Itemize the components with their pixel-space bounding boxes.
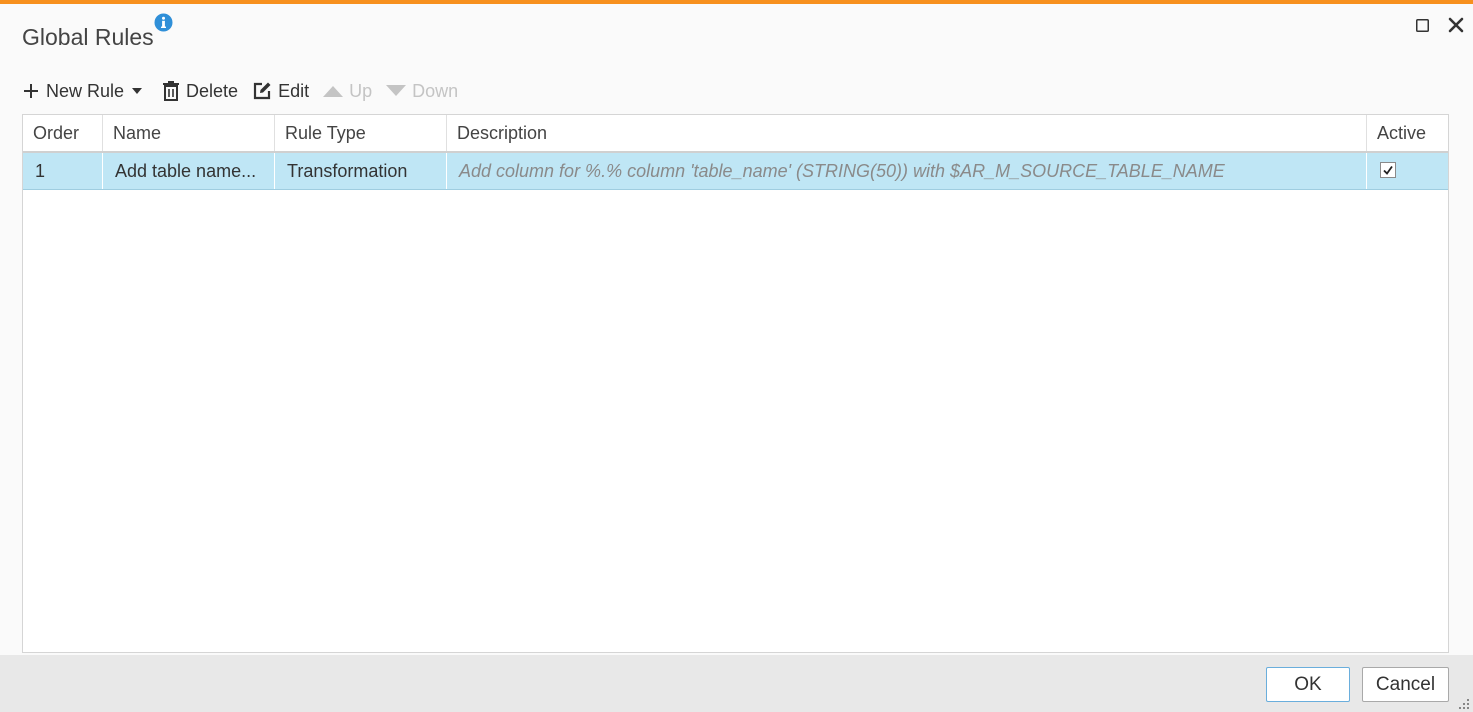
cell-rule-type: Transformation [275,153,447,189]
trash-icon [163,81,180,101]
up-button[interactable]: Up [323,81,372,102]
grid-header: Order Name Rule Type Description Active [23,115,1448,153]
column-header-active[interactable]: Active [1367,115,1448,151]
close-icon[interactable] [1448,17,1464,33]
column-header-order[interactable]: Order [23,115,103,151]
cancel-button[interactable]: Cancel [1362,667,1449,702]
down-label: Down [412,80,459,101]
global-rules-dialog: Global Rules New Rule Delete Edit Up Dow… [0,0,1473,712]
down-button[interactable]: Down [386,81,458,102]
new-rule-label: New Rule [46,80,125,101]
resize-grip-icon[interactable] [1458,698,1470,710]
plus-icon [24,84,38,98]
cell-order: 1 [23,153,103,189]
edit-label: Edit [278,80,310,101]
ok-button[interactable]: OK [1266,667,1350,702]
checkmark-icon [1383,165,1393,175]
accent-top-bar [0,0,1473,4]
info-icon[interactable] [154,13,173,32]
up-label: Up [349,80,373,101]
edit-button[interactable]: Edit [252,81,309,102]
edit-icon [253,82,271,100]
column-header-description[interactable]: Description [447,115,1367,151]
triangle-up-icon [323,86,344,97]
column-header-rule-type[interactable]: Rule Type [275,115,447,151]
new-rule-button[interactable]: New Rule [22,81,148,102]
column-header-name[interactable]: Name [103,115,275,151]
active-checkbox[interactable] [1380,162,1396,178]
dialog-footer: OK Cancel [0,655,1473,712]
triangle-down-icon [386,85,407,96]
dialog-title: Global Rules [22,24,154,50]
maximize-icon[interactable] [1416,19,1429,32]
toolbar: New Rule Delete Edit Up Down [22,78,472,104]
delete-button[interactable]: Delete [162,81,238,102]
delete-label: Delete [186,80,239,101]
cell-description: Add column for %.% column 'table_name' (… [447,153,1367,189]
cell-name: Add table name... [103,153,275,189]
table-row[interactable]: 1 Add table name... Transformation Add c… [23,153,1448,190]
rules-grid: Order Name Rule Type Description Active … [22,114,1449,653]
caret-down-icon[interactable] [132,88,143,94]
